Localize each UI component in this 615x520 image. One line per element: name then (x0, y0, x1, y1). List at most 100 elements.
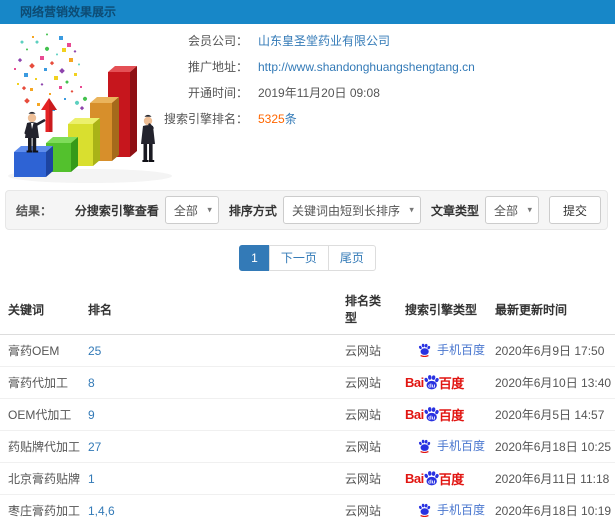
baidu-cn-text: 百度 (438, 376, 465, 391)
engine-label: 手机百度 (437, 343, 486, 357)
rank-type-cell: 云网站 (337, 462, 397, 495)
open-time-label: 开通时间： (187, 86, 248, 100)
last-page-button[interactable]: 尾页 (327, 245, 376, 271)
company-label: 会员公司： (187, 34, 248, 48)
table-row: 北京膏药贴牌 1 云网站 Bai du 百度 2020年6月11日 11:18 (0, 462, 615, 495)
baidu-pc-logo: Bai du 百度 (405, 373, 464, 392)
filter-bar: 结果： 分搜索引擎查看 全部 ▾ 排序方式 关键词由短到长排序 ▾ 文章类型 全… (5, 190, 608, 230)
engine-cell: 手机百度 (397, 430, 487, 463)
mobile-baidu-logo: 手机百度 (405, 501, 485, 518)
rank-count-unit-link[interactable]: 条 (285, 112, 297, 127)
rank-cell: 27 (80, 430, 337, 463)
engine-label: 手机百度 (437, 439, 486, 453)
caret-down-icon: ▾ (527, 204, 532, 215)
rank-type-cell: 云网站 (337, 398, 397, 431)
baidu-cn-text: 百度 (438, 408, 465, 423)
baidu-pc-logo: Bai du 百度 (405, 405, 464, 424)
engine-cell: Bai du 百度 (397, 366, 487, 399)
promo-url-link[interactable]: http://www.shandonghuangshengtang.cn (258, 60, 475, 75)
rank-link[interactable]: 27 (88, 440, 101, 454)
engine-cell: 手机百度 (397, 494, 487, 520)
rank-cell: 25 (80, 335, 337, 367)
engine-cell: Bai du 百度 (397, 398, 487, 431)
rank-link[interactable]: 25 (88, 344, 101, 358)
filter-controls: 分搜索引擎查看 全部 ▾ 排序方式 关键词由短到长排序 ▾ 文章类型 全部 ▾ … (65, 196, 601, 224)
article-type-label: 文章类型 (430, 203, 479, 218)
engine-cell: 手机百度 (397, 335, 487, 367)
rank-cell: 9 (80, 398, 337, 431)
sort-label: 排序方式 (228, 203, 277, 218)
engine-view-select[interactable]: 全部 ▾ (164, 196, 219, 224)
sort-selected: 关键词由短到长排序 (291, 203, 400, 218)
keyword-cell: 枣庄膏药加工 (0, 494, 80, 520)
rank-link[interactable]: 1,4,6 (88, 504, 115, 518)
company-link[interactable]: 山东皇圣堂药业有限公司 (258, 34, 390, 49)
rank-count-value: 5325 (258, 112, 285, 126)
table-row: 枣庄膏药加工 1,4,6 云网站 手机百度 2020年6月18日 10:19 (0, 494, 615, 520)
results-table-body: 膏药OEM 25 云网站 手机百度 2020年6月9日 17:50 膏药代加工 8 云网站 Ba… (0, 335, 615, 520)
svg-text:du: du (428, 479, 436, 485)
updated-cell: 2020年6月11日 11:18 (487, 462, 615, 495)
updated-cell: 2020年6月5日 14:57 (487, 398, 615, 431)
caret-down-icon: ▾ (409, 204, 414, 215)
updated-cell: 2020年6月9日 17:50 (495, 344, 605, 358)
article-type-select[interactable]: 全部 ▾ (484, 196, 539, 224)
baidu-cn-text: 百度 (438, 472, 465, 487)
keyword-cell: 药贴牌代加工 (0, 430, 80, 463)
table-row: OEM代加工 9 云网站 Bai du 百度 2020年6月5日 14:57 (0, 398, 615, 431)
next-page-button[interactable]: 下一页 (268, 245, 329, 271)
confetti (14, 33, 87, 111)
growth-arrow-icon (41, 98, 57, 132)
updated-cell: 2020年6月18日 10:19 (487, 494, 615, 520)
pagination: 1 下一页 尾页 (0, 245, 615, 271)
info-row-rank-count: 搜索引擎排名： 5325 条 (140, 112, 600, 127)
col-rank: 排名 (80, 283, 337, 335)
window-titlebar: 网络营销效果展示 (0, 0, 615, 24)
svg-text:du: du (428, 383, 436, 389)
results-table: 关键词 排名 排名类型 搜索引擎类型 最新更新时间 膏药OEM 25 云网站 手机百度… (0, 283, 615, 520)
baidu-pc-logo: Bai du 百度 (405, 469, 464, 488)
result-label: 结果： (16, 203, 53, 218)
rank-link[interactable]: 1 (88, 472, 95, 486)
rank-cell: 1 (80, 462, 337, 495)
rank-link[interactable]: 8 (88, 376, 95, 390)
rank-cell: 8 (80, 366, 337, 399)
info-row-company: 会员公司： 山东皇圣堂药业有限公司 (140, 34, 600, 49)
mobile-baidu-logo: 手机百度 (405, 437, 485, 454)
sort-select[interactable]: 关键词由短到长排序 ▾ (282, 196, 421, 224)
col-keyword: 关键词 (0, 283, 80, 335)
submit-button[interactable]: 提交 (548, 196, 601, 224)
rank-link[interactable]: 9 (88, 408, 95, 422)
caret-down-icon: ▾ (207, 204, 212, 215)
col-rank-type: 排名类型 (337, 283, 397, 335)
rank-type-cell: 云网站 (345, 344, 382, 358)
mobile-baidu-paw-icon (419, 439, 431, 453)
updated-cell: 2020年6月10日 13:40 (487, 366, 615, 399)
open-time-value: 2019年11月20日 09:08 (258, 86, 380, 100)
table-row: 膏药OEM 25 云网站 手机百度 2020年6月9日 17:50 (0, 335, 615, 367)
page-1-button[interactable]: 1 (239, 245, 270, 271)
promo-url-label: 推广地址： (187, 60, 248, 74)
keyword-cell: 膏药OEM (8, 344, 60, 358)
table-row: 药贴牌代加工 27 云网站 手机百度 2020年6月18日 10:25 (0, 430, 615, 463)
col-engine-type: 搜索引擎类型 (397, 283, 487, 335)
article-type-selected: 全部 (493, 203, 518, 218)
svg-text:du: du (428, 415, 436, 421)
keyword-cell: 北京膏药贴牌 (0, 462, 80, 495)
page: 网络营销效果展示 会员公司： 山东皇圣堂药业有限公司 推广地址： http://… (0, 0, 615, 520)
page-title: 网络营销效果展示 (20, 5, 117, 19)
engine-view-label: 分搜索引擎查看 (74, 203, 159, 218)
info-row-url: 推广地址： http://www.shandonghuangshengtang.… (140, 60, 600, 75)
rank-type-cell: 云网站 (337, 494, 397, 520)
info-panel: 会员公司： 山东皇圣堂药业有限公司 推广地址： http://www.shand… (140, 34, 600, 138)
rank-type-cell: 云网站 (337, 366, 397, 399)
info-row-open-time: 开通时间： 2019年11月20日 09:08 (140, 86, 600, 101)
table-header: 关键词 排名 排名类型 搜索引擎类型 最新更新时间 (0, 283, 615, 335)
rank-type-cell: 云网站 (337, 430, 397, 463)
rank-count-label: 搜索引擎排名： (163, 112, 248, 126)
mobile-baidu-logo: 手机百度 (405, 341, 485, 358)
keyword-cell: OEM代加工 (0, 398, 80, 431)
keyword-cell: 膏药代加工 (0, 366, 80, 399)
mobile-baidu-paw-icon (419, 503, 431, 517)
engine-cell: Bai du 百度 (397, 462, 487, 495)
